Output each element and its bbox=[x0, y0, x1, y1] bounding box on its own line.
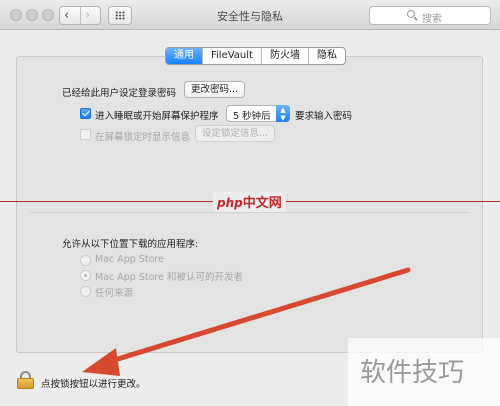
tab-privacy[interactable]: 隐私 bbox=[307, 48, 345, 64]
tab-filevault[interactable]: FileVault bbox=[202, 48, 261, 64]
lock-instruction: 点按锁按钮以进行更改。 bbox=[41, 379, 146, 390]
tab-firewall[interactable]: 防火墙 bbox=[260, 48, 308, 64]
tab-bar: 通用 FileVault 防火墙 隐私 bbox=[165, 47, 346, 65]
tab-general[interactable]: 通用 bbox=[166, 48, 202, 64]
lock-icon[interactable] bbox=[17, 371, 34, 389]
corner-watermark: 软件技巧 bbox=[348, 338, 500, 406]
